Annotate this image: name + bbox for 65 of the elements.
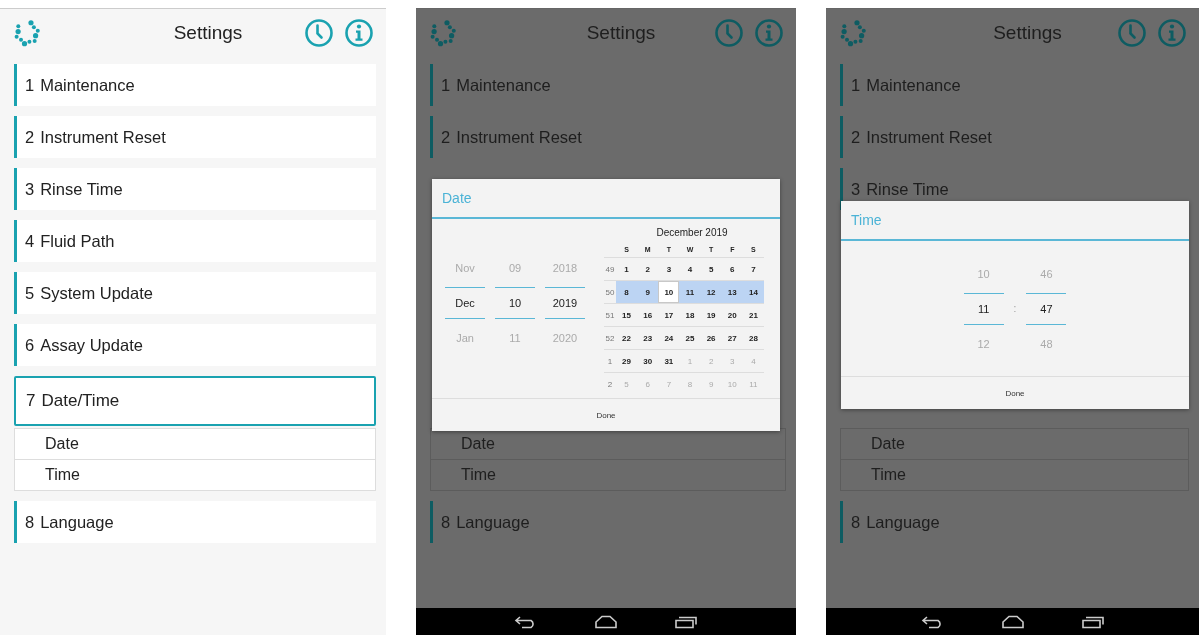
menu-item[interactable]: 5 System Update	[14, 272, 376, 314]
calendar-day[interactable]: 7	[742, 258, 764, 280]
dialog-title: Date	[432, 179, 780, 219]
info-icon[interactable]	[344, 18, 374, 48]
done-button[interactable]: Done	[576, 399, 636, 431]
screen-title: Settings	[172, 22, 244, 44]
calendar-day[interactable]: 15	[616, 304, 638, 326]
calendar-day[interactable]: 5	[700, 258, 722, 280]
calendar-day[interactable]: 12	[700, 281, 722, 303]
calendar-day[interactable]: 23	[637, 327, 659, 349]
calendar-day[interactable]: 27	[721, 327, 743, 349]
calendar-day[interactable]: 29	[616, 350, 638, 372]
spinner-value[interactable]: 10	[495, 286, 535, 319]
calendar-day[interactable]: 28	[742, 327, 764, 349]
calendar-day[interactable]: 2	[637, 258, 659, 280]
logo-icon	[838, 18, 868, 48]
logo-icon	[428, 18, 458, 48]
screen-title: Settings	[585, 22, 657, 44]
submenu-item[interactable]: Date	[14, 428, 376, 460]
calendar-day[interactable]: 31	[658, 350, 680, 372]
spinner-value[interactable]: Dec	[445, 286, 485, 319]
calendar-day[interactable]: 21	[742, 304, 764, 326]
clock-icon[interactable]	[304, 18, 334, 48]
menu-item[interactable]: 2 Instrument Reset	[14, 116, 376, 158]
menu-item[interactable]: 7 Date/Time	[14, 376, 376, 426]
spinner-value[interactable]: 2019	[545, 286, 585, 319]
screen-title: Settings	[992, 22, 1063, 44]
calendar-day[interactable]: 25	[679, 327, 701, 349]
calendar-day[interactable]: 4	[679, 258, 701, 280]
calendar-day[interactable]: 30	[637, 350, 659, 372]
calendar-day[interactable]: 20	[721, 304, 743, 326]
calendar-day[interactable]: 18	[679, 304, 701, 326]
calendar-day[interactable]: 1	[616, 258, 638, 280]
recent-apps-icon[interactable]	[1080, 614, 1105, 629]
calendar-day[interactable]: 14	[742, 281, 764, 303]
calendar-day[interactable]: 13	[721, 281, 743, 303]
calendar-day[interactable]: 11	[679, 281, 701, 303]
home-icon[interactable]	[1000, 614, 1025, 629]
time-separator: :	[1013, 303, 1017, 314]
calendar-day[interactable]: 3	[658, 258, 680, 280]
spinner-value[interactable]: 47	[1026, 292, 1067, 325]
spinner-value[interactable]: 11	[963, 292, 1004, 325]
calendar-day[interactable]: 24	[658, 327, 680, 349]
calendar-day[interactable]: 16	[637, 304, 659, 326]
done-button[interactable]: Done	[985, 377, 1045, 409]
dialog-title: Time	[841, 201, 1189, 241]
calendar-day[interactable]: 6	[721, 258, 743, 280]
calendar-day[interactable]: 10	[658, 281, 680, 303]
submenu-item[interactable]: Time	[14, 459, 376, 491]
calendar-day[interactable]: 26	[700, 327, 722, 349]
home-icon[interactable]	[594, 614, 618, 629]
week-number: 50	[604, 281, 616, 303]
menu-item[interactable]: 8 Language	[14, 501, 376, 543]
menu-item[interactable]: 4 Fluid Path	[14, 220, 376, 262]
calendar-day[interactable]: 22	[616, 327, 638, 349]
calendar-day[interactable]: 17	[658, 304, 680, 326]
calendar-day[interactable]: 8	[616, 281, 638, 303]
menu-item[interactable]: 1 Maintenance	[14, 64, 376, 106]
menu-item[interactable]: 3 Rinse Time	[14, 168, 376, 210]
calendar-day[interactable]: 19	[700, 304, 722, 326]
menu-item[interactable]: 6 Assay Update	[14, 324, 376, 366]
logo-icon	[12, 18, 42, 48]
recent-apps-icon[interactable]	[674, 614, 698, 629]
calendar-month: December 2019	[655, 227, 729, 240]
calendar-day[interactable]: 9	[637, 281, 659, 303]
